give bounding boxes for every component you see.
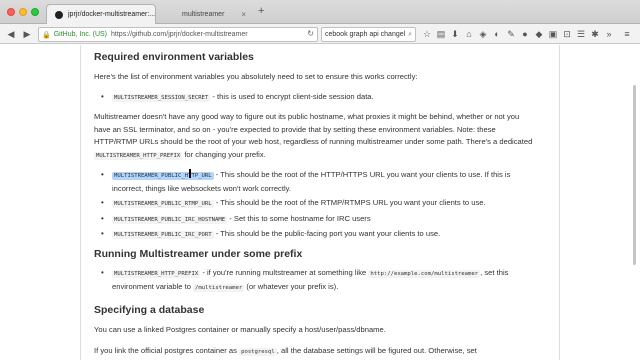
list-item: MULTISTREAMER_HTTP_PREFIX - if you're ru… [101,267,539,294]
list-item-text: - This should be the root of the RTMP/RT… [213,198,486,207]
readme-article: Required environment variables Here's th… [80,45,560,360]
window-maximize-button[interactable] [31,8,39,16]
db-paragraph: You can use a linked Postgres container … [94,325,386,334]
code-http-prefix: MULTISTREAMER_HTTP_PREFIX [112,270,201,278]
prefix-list: MULTISTREAMER_HTTP_PREFIX - if you're ru… [101,267,539,296]
list-item: MULTISTREAMER_PUBLIC_IRC_HOSTNAME - Set … [101,213,539,227]
addon-icon[interactable]: ▣ [547,28,559,40]
url-text: https://github.com/jprjr/docker-multistr… [111,31,248,38]
tab-label: multistreamer [182,10,225,18]
code-public-irc-port: MULTISTREAMER_PUBLIC_IRC_PORT [112,231,214,239]
lock-icon: 🔒 [42,31,51,39]
hostname-paragraph: Multistreamer doesn't have any good way … [94,111,534,162]
pen-icon[interactable]: ✎ [505,28,517,40]
new-tab-icon[interactable]: + [258,5,264,17]
bookmark-star-icon[interactable]: ☆ [421,28,433,40]
code-example-url: http://example.com/multistreamer [368,270,481,278]
list-item-text: - Set this to some hostname for IRC user… [227,213,371,223]
list-item: MULTISTREAMER_PUBLIC_IRC_PORT - This sho… [101,228,539,242]
close-tab-icon[interactable]: × [155,10,156,19]
navigation-toolbar: ◀ ▶ 🔒 GitHub, Inc. (US) https://github.c… [0,24,640,44]
window-close-button[interactable] [7,8,15,16]
list-item-text: - this is used to encrypt client-side se… [210,92,374,101]
heading-database: Specifying a database [94,304,205,316]
list-item-text: (or whatever your prefix is). [244,281,339,291]
code-public-rtmp-url: MULTISTREAMER_PUBLIC_RTMP_URL [112,200,214,208]
code-http-prefix: MULTISTREAMER_HTTP_PREFIX [94,151,183,160]
paragraph-text: , all the database settings will be figu… [276,346,477,355]
code-postgresql: postgresql [239,348,277,356]
list-item-text: - This should be the public-facing port … [213,229,441,238]
text-cursor [189,169,191,178]
download-icon[interactable]: ⬇ [449,28,461,40]
hamburger-menu-icon[interactable]: ≡ [621,28,633,40]
forward-arrow-icon[interactable]: ▶ [20,27,34,41]
shield-icon[interactable]: ◆ [533,28,545,40]
reload-icon[interactable]: ↻ [307,29,314,38]
list-icon[interactable]: ☰ [575,28,587,40]
search-input[interactable]: cebook graph api changel [325,31,405,38]
extension-icon[interactable]: ◐ [491,28,503,40]
env-url-list: MULTISTREAMER_PUBLIC_HTTP_URL - This sho… [101,169,539,244]
library-icon[interactable]: ▤ [435,28,447,40]
overflow-icon[interactable]: » [603,28,615,40]
env-intro: Here's the list of environment variables… [94,72,418,81]
code-public-http-url[interactable]: MULTISTREAMER_PUBLIC_HTTP_URL [112,172,214,180]
window-minimize-button[interactable] [19,8,27,16]
tab-label: jprjr/docker-multistreamer:... [68,11,156,18]
close-tab-icon[interactable]: × [237,10,246,19]
screenshot-icon[interactable]: ⊡ [561,28,573,40]
paragraph-text: If you link the official postgres contai… [94,346,240,355]
tab-multistreamer[interactable]: multistreamer × [160,4,254,24]
list-item: MULTISTREAMER_SESSION_SECRET - this is u… [101,91,539,105]
url-bar[interactable]: 🔒 GitHub, Inc. (US) https://github.com/j… [38,27,318,42]
list-item-text: - if you're running multstreamer at some… [200,268,369,277]
list-item: MULTISTREAMER_PUBLIC_HTTP_URL - This sho… [101,169,539,195]
tab-github[interactable]: jprjr/docker-multistreamer:... × [46,4,156,24]
home-icon[interactable]: ⌂ [463,28,475,40]
back-arrow-icon[interactable]: ◀ [4,27,18,41]
list-item: MULTISTREAMER_PUBLIC_RTMP_URL - This sho… [101,197,539,211]
link-paragraph: If you link the official postgres contai… [94,345,534,359]
code-prefix-path: /multistreamer [193,283,245,292]
search-icon[interactable]: ⌕ [405,31,415,39]
paragraph-text: for changing your prefix. [182,149,266,159]
code-public-irc-hostname: MULTISTREAMER_PUBLIC_IRC_HOSTNAME [112,215,228,224]
bug-icon[interactable]: ✱ [589,28,601,40]
site-identity: GitHub, Inc. (US) [53,31,108,38]
paragraph-text: Multistreamer doesn't have any good way … [94,112,533,146]
env-secret-list: MULTISTREAMER_SESSION_SECRET - this is u… [101,91,539,107]
search-bar[interactable]: cebook graph api changel ⌕ [321,27,416,42]
heading-required-env: Required environment variables [94,51,254,63]
page-scrollbar[interactable] [633,85,636,265]
firefox-icon[interactable]: ● [519,28,531,40]
heading-prefix: Running Multistreamer under some prefix [94,248,303,260]
page-viewport: Required environment variables Here's th… [0,45,640,360]
code-session-secret: MULTISTREAMER_SESSION_SECRET [112,94,211,102]
pocket-icon[interactable]: ◈ [477,28,489,40]
tab-strip: jprjr/docker-multistreamer:... × multist… [0,0,640,24]
github-icon [55,10,63,19]
